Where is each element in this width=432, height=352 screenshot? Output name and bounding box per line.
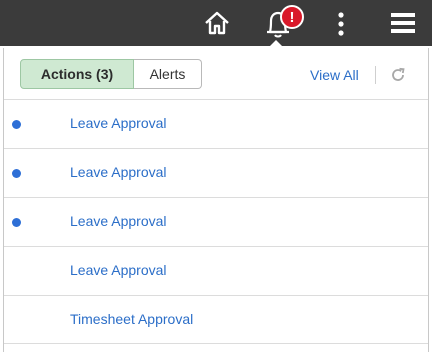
tab-alerts[interactable]: Alerts — [134, 59, 202, 89]
tab-actions[interactable]: Actions (3) — [20, 59, 134, 89]
notification-link[interactable]: Leave Approval — [70, 213, 167, 229]
list-item: Leave Approval — [4, 99, 428, 148]
list-item: Timesheet Approval — [4, 295, 428, 344]
unread-dot — [12, 169, 21, 178]
view-all-link[interactable]: View All — [310, 67, 359, 83]
refresh-icon[interactable] — [390, 67, 406, 83]
notification-link[interactable]: Leave Approval — [70, 164, 167, 180]
top-navigation-bar: ! — [0, 0, 432, 48]
more-vertical-icon[interactable] — [334, 10, 348, 38]
unread-dot — [12, 120, 21, 129]
list-item: Leave Approval — [4, 197, 428, 246]
list-item: Leave Approval — [4, 148, 428, 197]
notification-tabs: Actions (3) Alerts — [20, 59, 202, 91]
notifications-panel: Actions (3) Alerts View All Leave Approv… — [3, 48, 429, 352]
notification-link[interactable]: Timesheet Approval — [70, 311, 193, 327]
home-icon[interactable] — [203, 9, 231, 37]
notification-list: Leave Approval Leave Approval Leave Appr… — [4, 99, 428, 344]
notification-badge: ! — [280, 5, 304, 29]
list-item: Leave Approval — [4, 246, 428, 295]
notification-link[interactable]: Leave Approval — [70, 115, 167, 131]
notification-link[interactable]: Leave Approval — [70, 262, 167, 278]
unread-dot — [12, 218, 21, 227]
dropdown-caret — [268, 40, 284, 48]
divider — [375, 66, 376, 84]
menu-icon[interactable] — [389, 11, 417, 35]
